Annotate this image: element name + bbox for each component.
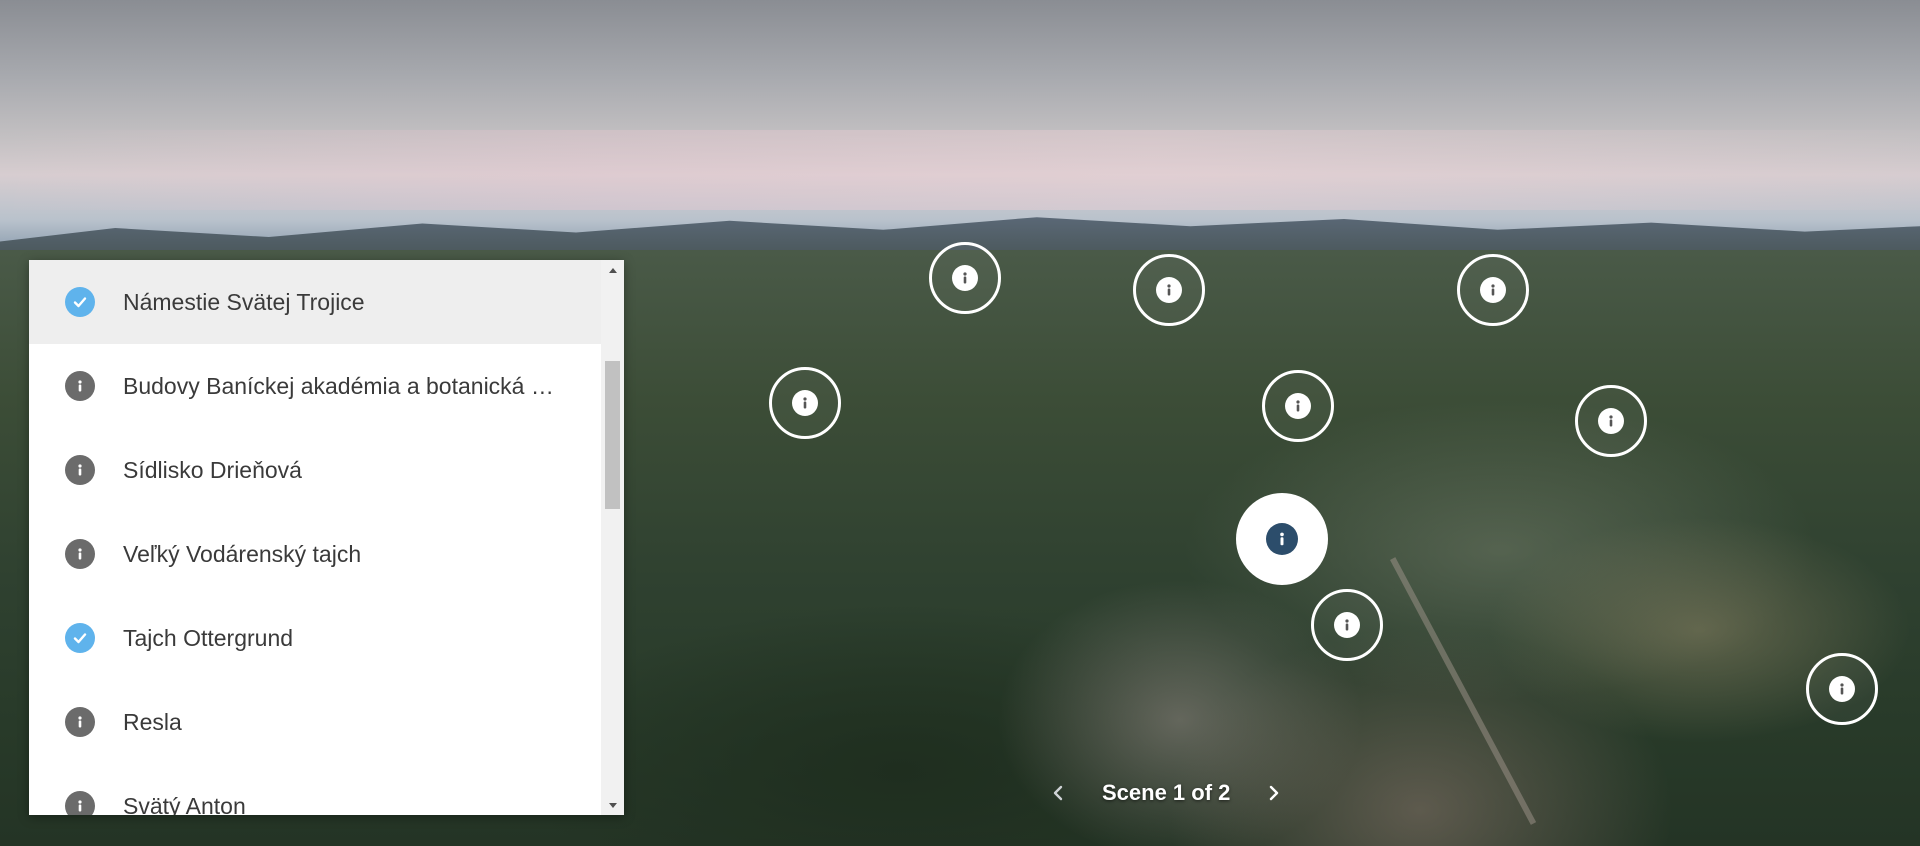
- info-icon: [1829, 676, 1855, 702]
- info-icon: [1266, 523, 1298, 555]
- hotspot-info[interactable]: [769, 367, 841, 439]
- info-icon: [1156, 277, 1182, 303]
- scrollbar-thumb[interactable]: [605, 360, 620, 509]
- hotspot-info[interactable]: [1806, 653, 1878, 725]
- hotspot-info[interactable]: [1262, 370, 1334, 442]
- scene-list-item[interactable]: Veľký Vodárenský tajch: [29, 512, 601, 596]
- hotspot-selected[interactable]: [1236, 493, 1328, 585]
- hotspot-info[interactable]: [1311, 589, 1383, 661]
- scroll-down-arrow[interactable]: [601, 795, 624, 815]
- scene-item-label: Svätý Anton: [123, 792, 246, 816]
- info-icon: [65, 707, 95, 737]
- info-icon: [1480, 277, 1506, 303]
- hotspot-info[interactable]: [1575, 385, 1647, 457]
- hotspot-info[interactable]: [1457, 254, 1529, 326]
- check-circle-icon: [65, 287, 95, 317]
- scene-list-item[interactable]: Resla: [29, 680, 601, 764]
- scene-item-label: Námestie Svätej Trojice: [123, 288, 365, 315]
- scene-list-scrollbar[interactable]: [601, 260, 624, 815]
- scene-navigation: Scene 1 of 2: [1040, 775, 1292, 811]
- scene-list-item[interactable]: Námestie Svätej Trojice: [29, 260, 601, 344]
- sky-sunset-glow: [0, 130, 1920, 210]
- scene-item-label: Tajch Ottergrund: [123, 624, 294, 651]
- scene-list-item[interactable]: Budovy Baníckej akadémia a botanická záh…: [29, 344, 601, 428]
- scene-item-label: Resla: [123, 708, 182, 735]
- scene-item-label: Veľký Vodárenský tajch: [123, 540, 362, 567]
- scene-list-item[interactable]: Svätý Anton: [29, 764, 601, 815]
- hotspot-info[interactable]: [1133, 254, 1205, 326]
- chevron-left-icon: [1053, 785, 1063, 801]
- scene-counter: Scene 1 of 2: [1102, 780, 1231, 805]
- info-icon: [952, 265, 978, 291]
- next-scene-button[interactable]: [1256, 775, 1292, 811]
- scene-list-panel[interactable]: Námestie Svätej Trojice Budovy Baníckej …: [29, 260, 624, 815]
- scene-item-label: Budovy Baníckej akadémia a botanická záh…: [123, 372, 563, 399]
- check-circle-icon: [65, 623, 95, 653]
- chevron-right-icon: [1270, 785, 1279, 801]
- panorama-viewer[interactable]: Námestie Svätej Trojice Budovy Baníckej …: [0, 0, 1920, 846]
- info-icon: [65, 539, 95, 569]
- scene-item-label: Sídlisko Drieňová: [123, 456, 302, 483]
- scene-list: Námestie Svätej Trojice Budovy Baníckej …: [29, 260, 601, 815]
- info-icon: [1598, 408, 1624, 434]
- info-icon: [1285, 393, 1311, 419]
- info-icon: [65, 371, 95, 401]
- info-icon: [65, 455, 95, 485]
- scene-list-item[interactable]: Sídlisko Drieňová: [29, 428, 601, 512]
- previous-scene-button[interactable]: [1040, 775, 1076, 811]
- info-icon: [1334, 612, 1360, 638]
- scene-list-item[interactable]: Tajch Ottergrund: [29, 596, 601, 680]
- hotspot-info[interactable]: [929, 242, 1001, 314]
- info-icon: [792, 390, 818, 416]
- scroll-up-arrow[interactable]: [601, 260, 624, 280]
- sky: [0, 0, 1920, 250]
- info-icon: [65, 791, 95, 815]
